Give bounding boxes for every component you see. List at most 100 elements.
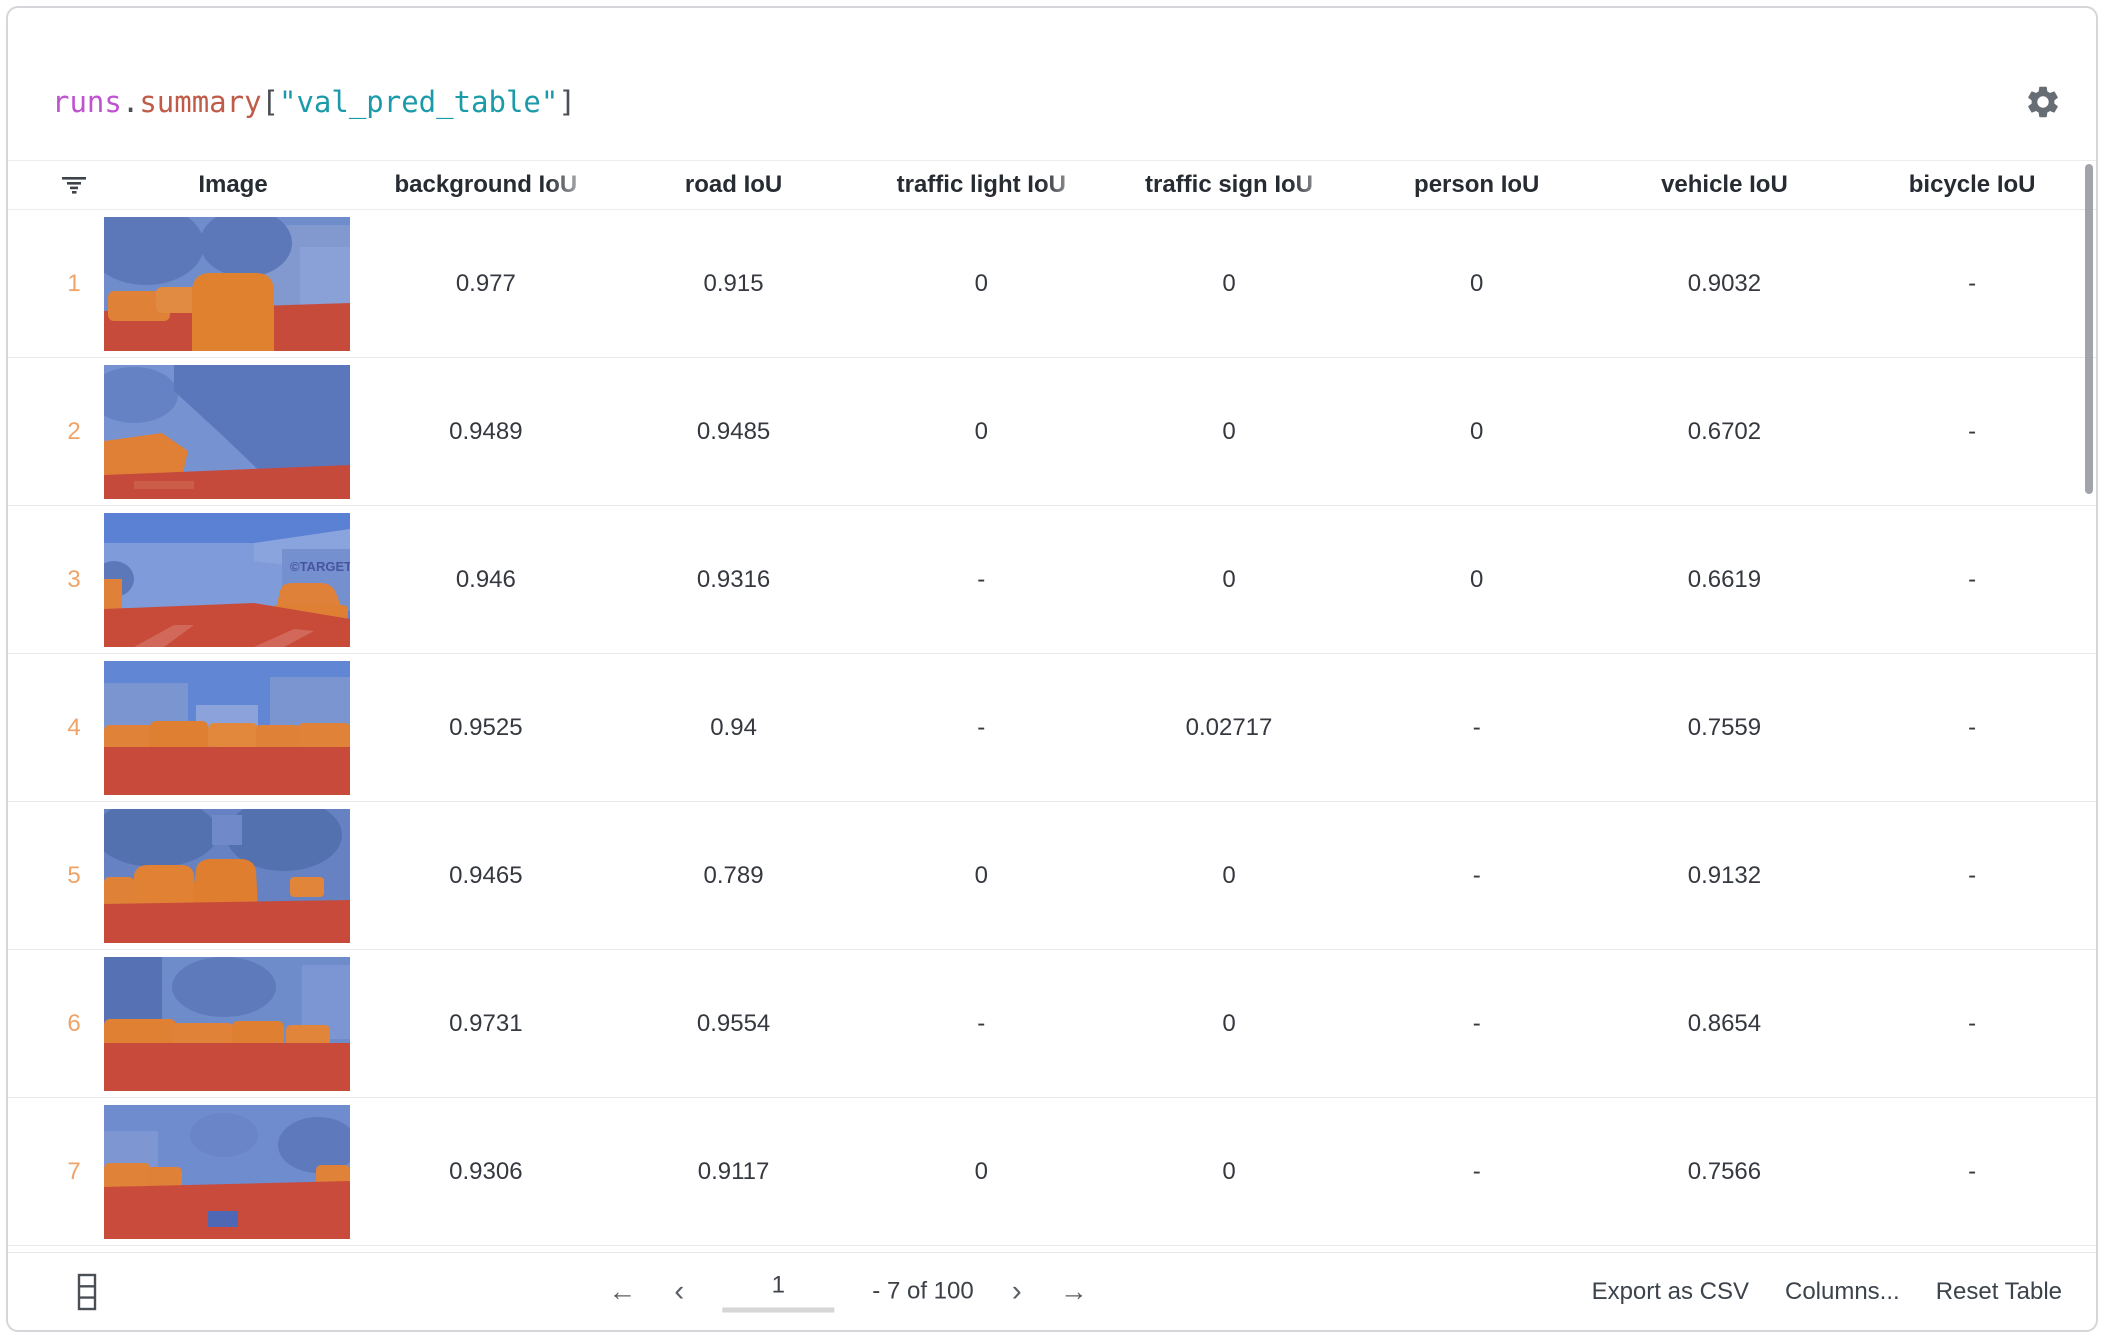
cell-road-iou: 0.915 [610,270,858,298]
column-header-vehicle-iou[interactable]: vehicle IoU [1601,171,1849,199]
cell-traffic-sign-iou: 0 [1105,1158,1353,1186]
footer-actions: Export as CSV Columns... Reset Table [1592,1278,2062,1306]
cell-background-iou: 0.9306 [362,1158,610,1186]
cell-vehicle-iou: 0.7566 [1601,1158,1849,1186]
cell-person-iou: - [1353,862,1601,890]
cell-vehicle-iou: 0.9032 [1601,270,1849,298]
cell-road-iou: 0.9316 [610,566,858,594]
row-index: 5 [44,862,104,890]
row-index: 7 [44,1158,104,1186]
cell-person-iou: - [1353,1010,1601,1038]
cell-background-iou: 0.9465 [362,862,610,890]
code-dot: . [122,85,139,119]
next-page-chevron-icon[interactable]: › [1012,1277,1022,1307]
code-object: runs [52,85,122,119]
column-header-traffic-light-iou[interactable]: traffic light IoU [857,171,1105,199]
cell-traffic-sign-iou: 0 [1105,270,1353,298]
cell-road-iou: 0.9554 [610,1010,858,1038]
last-page-arrow-icon[interactable]: → [1060,1278,1088,1306]
cell-person-iou: - [1353,1158,1601,1186]
cell-person-iou: 0 [1353,270,1601,298]
column-header-traffic-sign-iou[interactable]: traffic sign IoU [1105,171,1353,199]
cell-person-iou: 0 [1353,566,1601,594]
page-range-label: - 7 of 100 [872,1278,973,1306]
scrollbar-thumb[interactable] [2085,164,2093,494]
cell-traffic-sign-iou: 0 [1105,1010,1353,1038]
code-key-string: "val_pred_table" [279,85,558,119]
cell-bicycle-iou: - [1848,714,2096,742]
cell-bicycle-iou: - [1848,270,2096,298]
table-row: 6 0.9731 0.9554 - 0 - 0.8654 - [8,950,2096,1098]
cell-traffic-sign-iou: 0 [1105,566,1353,594]
cell-vehicle-iou: 0.6702 [1601,418,1849,446]
table-row: 7 0.9306 0.9117 0 0 - 0.7566 - [8,1098,2096,1246]
cell-traffic-light-iou: 0 [857,270,1105,298]
cell-vehicle-iou: 0.9132 [1601,862,1849,890]
code-open-bracket: [ [262,85,279,119]
row-index: 6 [44,1010,104,1038]
segmentation-thumbnail[interactable] [104,217,350,351]
first-page-arrow-icon[interactable]: ← [608,1278,636,1306]
column-header-background-iou[interactable]: background IoU [362,171,610,199]
table-footer: ← ‹ - 7 of 100 › → Export as CSV Columns… [8,1252,2096,1330]
segmentation-thumbnail[interactable] [104,809,350,943]
cell-background-iou: 0.946 [362,566,610,594]
segmentation-thumbnail[interactable]: ©TARGET [104,513,350,647]
previous-page-chevron-icon[interactable]: ‹ [674,1277,684,1307]
cell-person-iou: 0 [1353,418,1601,446]
cell-vehicle-iou: 0.6619 [1601,566,1849,594]
panel-header: runs.summary["val_pred_table"] [8,8,2096,160]
cell-vehicle-iou: 0.8654 [1601,1010,1849,1038]
table-row: 2 0.9489 0.9485 0 0 0 0.6702 - [8,358,2096,506]
segmentation-thumbnail[interactable] [104,957,350,1091]
row-index: 2 [44,418,104,446]
cell-background-iou: 0.9489 [362,418,610,446]
segmentation-thumbnail[interactable] [104,1105,350,1239]
cell-bicycle-iou: - [1848,1158,2096,1186]
cell-background-iou: 0.977 [362,270,610,298]
table-row: 1 0.977 0.915 0 0 0 0.9032 - [8,210,2096,358]
cell-road-iou: 0.789 [610,862,858,890]
column-header-image[interactable]: Image [104,171,362,199]
column-header-road-iou[interactable]: road IoU [610,171,858,199]
cell-traffic-sign-iou: 0.02717 [1105,714,1353,742]
table-row: 4 0.9525 0.94 - 0.02717 - 0.7559 - [8,654,2096,802]
cell-bicycle-iou: - [1848,1010,2096,1038]
cell-traffic-sign-iou: 0 [1105,418,1353,446]
cell-traffic-light-iou: - [857,714,1105,742]
rows-icon[interactable] [76,1272,98,1312]
code-attr: summary [139,85,261,119]
cell-traffic-sign-iou: 0 [1105,862,1353,890]
row-index: 3 [44,566,104,594]
code-close-bracket: ] [558,85,575,119]
cell-road-iou: 0.9117 [610,1158,858,1186]
gear-icon[interactable] [2024,83,2062,121]
cell-vehicle-iou: 0.7559 [1601,714,1849,742]
page-number-input[interactable] [722,1271,834,1312]
svg-text:©TARGET: ©TARGET [290,559,350,574]
cell-road-iou: 0.9485 [610,418,858,446]
cell-traffic-light-iou: - [857,1010,1105,1038]
cell-bicycle-iou: - [1848,566,2096,594]
cell-traffic-light-iou: - [857,566,1105,594]
panel-title-code: runs.summary["val_pred_table"] [52,85,576,119]
vertical-scrollbar[interactable] [2084,162,2093,1234]
column-header-person-iou[interactable]: person IoU [1353,171,1601,199]
cell-traffic-light-iou: 0 [857,1158,1105,1186]
cell-traffic-light-iou: 0 [857,418,1105,446]
table-panel: runs.summary["val_pred_table"] Image bac… [6,6,2098,1332]
segmentation-thumbnail[interactable] [104,365,350,499]
filter-icon[interactable] [44,175,104,195]
column-header-bicycle-iou[interactable]: bicycle IoU [1848,171,2096,199]
columns-button[interactable]: Columns... [1785,1278,1900,1306]
cell-road-iou: 0.94 [610,714,858,742]
export-csv-button[interactable]: Export as CSV [1592,1278,1749,1306]
table-header-row: Image background IoU road IoU traffic li… [8,160,2096,210]
reset-table-button[interactable]: Reset Table [1936,1278,2062,1306]
cell-background-iou: 0.9525 [362,714,610,742]
segmentation-thumbnail[interactable] [104,661,350,795]
cell-traffic-light-iou: 0 [857,862,1105,890]
pagination: ← ‹ - 7 of 100 › → [608,1271,1087,1312]
cell-bicycle-iou: - [1848,862,2096,890]
cell-bicycle-iou: - [1848,418,2096,446]
